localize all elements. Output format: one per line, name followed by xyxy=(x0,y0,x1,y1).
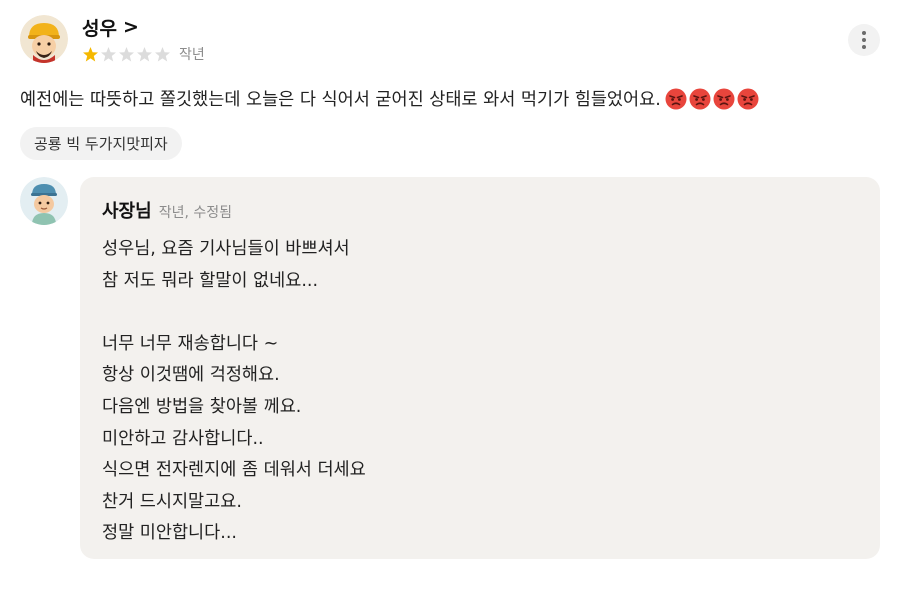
star-empty-icon xyxy=(119,46,134,61)
angry-face-icon xyxy=(665,88,687,109)
more-options-icon xyxy=(862,31,866,35)
reply-blank-line xyxy=(102,297,366,329)
owner-avatar xyxy=(20,177,68,225)
angry-face-icon xyxy=(713,88,735,109)
star-filled-icon xyxy=(83,46,98,61)
reply-line: 정말 미안합니다... xyxy=(102,523,237,544)
user-avatar[interactable] xyxy=(20,15,68,63)
star-empty-icon xyxy=(137,46,152,61)
reply-line: 미안하고 감사합니다.. xyxy=(102,428,264,449)
reply-line: 성우님, 요즘 기사님들이 바쁘셔서 xyxy=(102,239,350,259)
review-text-row: 예전에는 따뜻하고 쫄깃했는데 오늘은 다 식어서 굳어진 상태로 와서 먹기가… xyxy=(20,86,759,111)
reviewer-profile-link[interactable]: 성우 > xyxy=(82,14,139,41)
reply-line: 식으면 전자렌지에 좀 데워서 더세요 xyxy=(102,460,366,481)
angry-face-icon xyxy=(737,88,759,109)
chevron-right-icon: > xyxy=(122,16,139,38)
star-empty-icon xyxy=(101,46,116,61)
reply-line: 다음엔 방법을 찾아볼 께요. xyxy=(102,396,302,417)
reply-line: 찬거 드시지말고요. xyxy=(102,491,242,512)
review-text: 예전에는 따뜻하고 쫄깃했는데 오늘은 다 식어서 굳어진 상태로 와서 먹기가… xyxy=(20,90,661,110)
owner-name: 사장님 xyxy=(102,201,152,222)
star-empty-icon xyxy=(155,46,170,61)
angry-face-icon xyxy=(689,88,711,109)
reply-line: 항상 이것땜에 걱정해요. xyxy=(102,365,280,386)
reply-line: 참 저도 뭐라 할말이 없네요... xyxy=(102,270,319,291)
more-options-button[interactable] xyxy=(848,24,880,56)
menu-tag[interactable]: 공룡 빅 두가지맛피자 xyxy=(20,127,182,160)
star-rating xyxy=(82,46,171,63)
review-date: 작년 xyxy=(179,47,205,63)
review-emojis xyxy=(665,88,759,110)
owner-reply-header: 사장님 작년, 수정됨 xyxy=(102,197,232,223)
owner-reply-text: 성우님, 요즘 기사님들이 바쁘셔서참 저도 뭐라 할말이 없네요... 너무 너… xyxy=(102,234,366,550)
owner-reply-box: 사장님 작년, 수정됨 성우님, 요즘 기사님들이 바쁘셔서참 저도 뭐라 할말… xyxy=(80,177,880,559)
owner-reply-meta: 작년, 수정됨 xyxy=(158,205,232,221)
reviewer-name: 성우 xyxy=(82,18,117,40)
rating-row: 작년 xyxy=(82,44,205,64)
reply-line: 너무 너무 재송합니다 ~ xyxy=(102,333,279,354)
